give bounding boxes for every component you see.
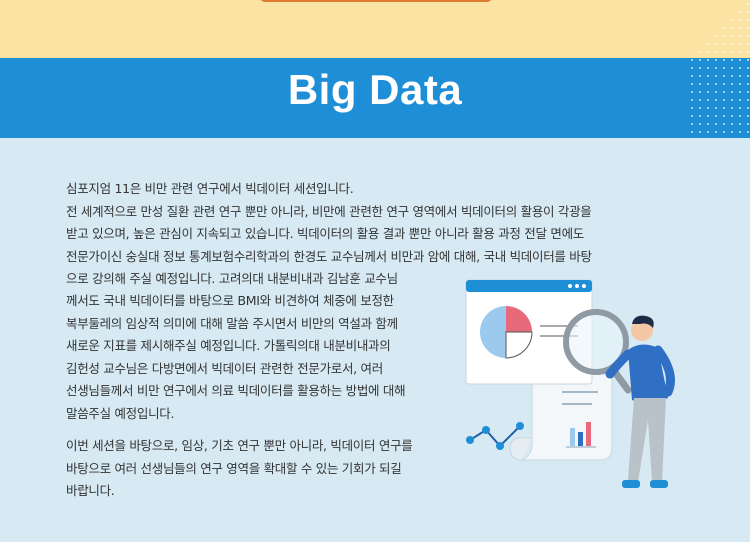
text-line: 바랍니다. <box>66 483 115 498</box>
text-line: 이번 세션을 바탕으로, 임상, 기초 연구 뿐만 아니라, 빅데이터 연구를 <box>66 438 413 453</box>
text-line: 바탕으로 여러 선생님들의 연구 영역을 확대할 수 있는 기회가 되길 <box>66 460 402 476</box>
text-line: 전문가이신 숭실대 정보 통계보험수리학과의 한경도 교수님께서 비만과 암에 … <box>66 248 592 264</box>
text-line: 받고 있으며, 높은 관심이 지속되고 있습니다. 빅데이터의 활용 결과 뿐만… <box>66 226 584 241</box>
text-line: 말씀주실 예정입니다. <box>66 405 175 421</box>
page-title: Big Data <box>287 66 463 113</box>
text-line: 전 세계적으로 만성 질환 관련 연구 뿐만 아니라, 비만에 관련한 연구 영… <box>66 203 592 219</box>
text-line: 김헌성 교수님은 다방면에서 빅데이터 관련한 전문가로서, 여러 <box>66 360 383 376</box>
text-line: 께서도 국내 빅데이터를 바탕으로 BMI와 비견하여 체중에 보정한 <box>66 293 394 308</box>
text-line: 선생님들께서 비만 연구에서 의료 빅데이터를 활용하는 방법에 대해 <box>66 383 406 398</box>
speaker-paragraph: 께서도 국내 빅데이터를 바탕으로 BMI와 비견하여 체중에 보정한 복부둘레… <box>66 290 448 425</box>
text-line: 심포지엄 11은 비만 관련 연구에서 빅데이터 세션입니다. <box>66 181 354 196</box>
data-analysis-illustration <box>465 279 675 488</box>
text-line: 복부둘레의 임상적 의미에 대해 말씀 주시면서 비만의 역설과 함께 <box>66 315 398 331</box>
closing-paragraph: 이번 세션을 바탕으로, 임상, 기초 연구 뿐만 아니라, 빅데이터 연구를 … <box>66 435 448 503</box>
top-tab-decoration <box>258 0 494 2</box>
text-line: 새로운 지표를 제시해주실 예정입니다. 가톨릭의대 내분비내과의 <box>66 338 391 353</box>
